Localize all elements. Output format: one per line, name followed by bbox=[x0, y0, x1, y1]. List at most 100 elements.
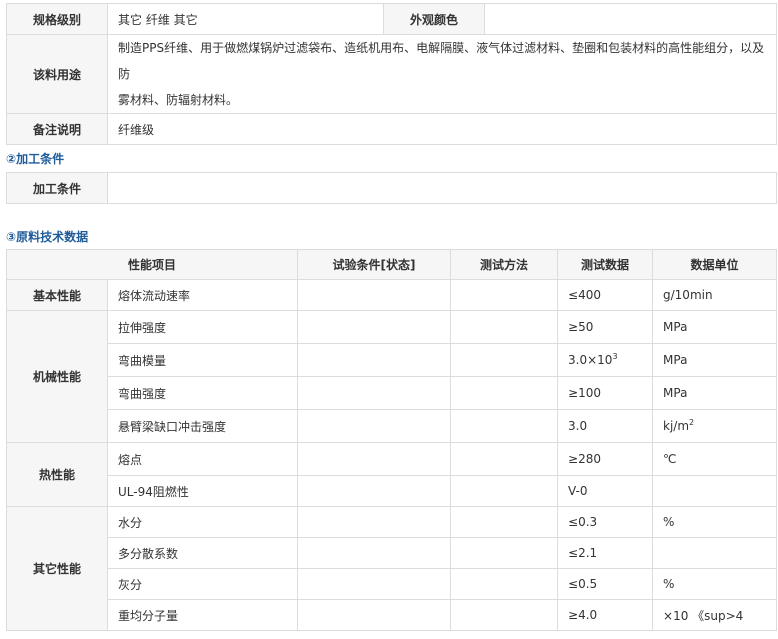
note-value: 纤维级 bbox=[107, 113, 777, 145]
table-row: 基本性能 熔体流动速率 ≤400 g/10min bbox=[6, 279, 778, 311]
grade-value: 其它 纤维 其它 bbox=[107, 3, 384, 35]
property-name: 熔体流动速率 bbox=[106, 279, 299, 311]
test-method bbox=[450, 568, 559, 600]
data-unit-value: kj/m bbox=[663, 419, 690, 433]
property-name: 悬臂梁缺口冲击强度 bbox=[106, 409, 299, 443]
table-row: 弯曲模量 3.0×103 MPa bbox=[7, 343, 778, 377]
test-condition bbox=[297, 310, 452, 344]
test-data-value: ≥100 bbox=[568, 386, 601, 400]
data-unit: MPa bbox=[652, 343, 778, 377]
test-data: V-0 bbox=[557, 475, 654, 507]
table-row: 多分散系数 ≤2.1 bbox=[7, 537, 778, 569]
table-row: 重均分子量 ≥4.0 ×10 《sup>4 bbox=[7, 599, 778, 631]
test-data-value: ≥4.0 bbox=[568, 608, 598, 622]
property-name: 弯曲强度 bbox=[106, 376, 299, 410]
property-name: 熔点 bbox=[106, 442, 299, 476]
test-condition bbox=[297, 599, 452, 631]
usage-value: 制造PPS纤维、用于做燃煤锅炉过滤袋布、造纸机用布、电解隔膜、液气体过滤材料、垫… bbox=[107, 34, 777, 114]
header-unit: 数据单位 bbox=[652, 249, 778, 280]
data-unit-value: MPa bbox=[663, 386, 688, 400]
test-condition bbox=[297, 475, 452, 507]
group-thermal: 热性能 bbox=[6, 442, 108, 507]
test-data-value: ≤0.3 bbox=[568, 515, 598, 529]
table-row: UL-94阻燃性 V-0 bbox=[7, 475, 778, 507]
table-row: 热性能 熔点 ≥280 ℃ bbox=[6, 442, 778, 507]
test-method bbox=[450, 310, 559, 344]
test-method bbox=[450, 475, 559, 507]
test-condition bbox=[297, 568, 452, 600]
usage-line-2: 雾材料、防辐射材料。 bbox=[118, 93, 239, 107]
data-unit-exponent: 2 bbox=[689, 418, 695, 427]
table-row: 其它性能 水分 ≤0.3% bbox=[6, 506, 778, 631]
test-data-value: ≤2.1 bbox=[568, 546, 598, 560]
usage-line-1: 制造PPS纤维、用于做燃煤锅炉过滤袋布、造纸机用布、电解隔膜、液气体过滤材料、垫… bbox=[118, 41, 765, 81]
test-condition bbox=[297, 343, 452, 377]
note-label: 备注说明 bbox=[6, 113, 108, 145]
test-data: ≤0.5 bbox=[557, 568, 654, 600]
property-name: UL-94阻燃性 bbox=[106, 475, 299, 507]
property-name: 水分 bbox=[106, 506, 299, 538]
grade-label: 规格级别 bbox=[6, 3, 108, 35]
color-label: 外观颜色 bbox=[383, 3, 485, 35]
test-method bbox=[450, 442, 559, 476]
test-method bbox=[450, 537, 559, 569]
property-name: 灰分 bbox=[106, 568, 299, 600]
test-data: ≥50 bbox=[557, 310, 654, 344]
table-row: 弯曲强度 ≥100 MPa bbox=[7, 376, 778, 410]
data-unit-value: MPa bbox=[663, 353, 688, 367]
data-unit-value: % bbox=[663, 577, 675, 591]
test-method bbox=[450, 376, 559, 410]
data-unit-value: ×10 《sup>4 bbox=[663, 608, 744, 623]
data-unit-value: % bbox=[663, 515, 675, 529]
property-name: 重均分子量 bbox=[106, 599, 299, 631]
test-condition bbox=[297, 442, 452, 476]
processing-section-title: ②加工条件 bbox=[6, 152, 65, 166]
group-other: 其它性能 bbox=[6, 506, 108, 631]
test-data: ≤2.1 bbox=[557, 537, 654, 569]
test-data-value: 3.0×10 bbox=[568, 353, 613, 367]
spec-table: 规格级别 其它 纤维 其它 外观颜色 该料用途 制造PPS纤维、用于做燃煤锅炉过… bbox=[6, 3, 777, 145]
header-data: 测试数据 bbox=[557, 249, 654, 280]
test-data: ≥280 bbox=[557, 442, 654, 476]
test-data-value: ≥280 bbox=[568, 452, 601, 466]
test-data: ≤0.3 bbox=[557, 506, 654, 538]
test-data-exponent: 3 bbox=[612, 352, 618, 361]
test-data: 3.0 bbox=[557, 409, 654, 443]
property-name: 多分散系数 bbox=[106, 537, 299, 569]
test-condition bbox=[297, 409, 452, 443]
data-unit: g/10min bbox=[652, 279, 778, 311]
group-mechanical: 机械性能 bbox=[6, 310, 108, 443]
data-unit: MPa bbox=[652, 376, 778, 410]
test-data: ≥100 bbox=[557, 376, 654, 410]
table-row: 机械性能 拉伸强度 ≥50 MPa bbox=[6, 310, 778, 443]
test-data: ≥4.0 bbox=[557, 599, 654, 631]
test-condition bbox=[297, 376, 452, 410]
test-data-value: 3.0 bbox=[568, 419, 588, 433]
test-data-value: V-0 bbox=[568, 484, 588, 498]
processing-label: 加工条件 bbox=[6, 172, 108, 204]
test-data-value: ≤0.5 bbox=[568, 577, 598, 591]
header-condition: 试验条件[状态] bbox=[297, 249, 452, 280]
processing-value bbox=[107, 172, 777, 204]
group-basic: 基本性能 bbox=[6, 279, 108, 311]
test-method bbox=[450, 506, 559, 538]
color-value bbox=[484, 3, 777, 35]
test-data: 3.0×103 bbox=[557, 343, 654, 377]
test-method bbox=[450, 343, 559, 377]
test-data: ≤400 bbox=[557, 279, 654, 311]
table-row: 灰分 ≤0.5% bbox=[7, 568, 778, 600]
tech-section-title: ③原料技术数据 bbox=[6, 230, 89, 244]
data-unit bbox=[652, 537, 778, 569]
data-unit-value: MPa bbox=[663, 320, 688, 334]
table-row: 悬臂梁缺口冲击强度 3.0 kj/m2 bbox=[7, 409, 778, 443]
header-method: 测试方法 bbox=[450, 249, 559, 280]
test-method bbox=[450, 279, 559, 311]
data-unit: % bbox=[652, 506, 778, 538]
test-method bbox=[450, 599, 559, 631]
header-property: 性能项目 bbox=[5, 249, 299, 280]
usage-label: 该料用途 bbox=[6, 34, 108, 114]
data-unit-value: ℃ bbox=[663, 452, 677, 466]
processing-table: 加工条件 bbox=[6, 172, 777, 204]
data-unit: % bbox=[652, 568, 778, 600]
data-unit: ℃ bbox=[652, 442, 778, 476]
